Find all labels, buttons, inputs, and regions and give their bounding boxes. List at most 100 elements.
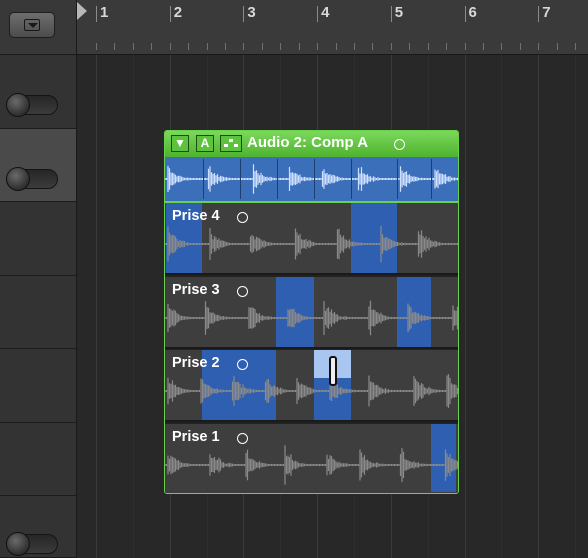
waveform	[165, 164, 458, 194]
ruler-bar-tick	[169, 6, 171, 22]
comp-waveform	[165, 157, 458, 203]
ruler-beat-tick	[427, 43, 429, 50]
take-lane-4[interactable]: Prise 4	[165, 203, 458, 275]
ruler-beat-tick	[298, 43, 300, 50]
bar-ruler[interactable]: 1 2 3 4 5 6 7	[77, 0, 588, 55]
grid-beat-line	[575, 55, 577, 558]
comp-segment-divider	[397, 159, 398, 199]
ruler-beat-tick	[114, 43, 116, 50]
ruler-beat-tick	[372, 43, 374, 50]
waveform	[165, 225, 458, 263]
take-label: Prise 2	[172, 355, 220, 371]
ruler-beat-tick	[519, 43, 521, 50]
comp-segment-divider	[277, 159, 278, 199]
ruler-beat-tick	[575, 43, 577, 50]
ruler-beat-tick	[556, 43, 558, 50]
ruler-beat-tick	[353, 43, 355, 50]
ruler-beat-tick	[390, 43, 392, 50]
ruler-bar-number: 5	[394, 4, 404, 21]
take-menu-icon[interactable]	[237, 212, 248, 223]
ruler-beat-tick	[538, 43, 540, 50]
track-header-toolbar	[0, 0, 76, 55]
ruler-beat-tick	[169, 43, 171, 50]
track-toggle[interactable]	[6, 167, 58, 191]
ruler-beat-tick	[243, 43, 245, 50]
waveform	[165, 445, 458, 485]
track-header-3[interactable]	[0, 202, 76, 276]
ruler-beat-tick	[188, 43, 190, 50]
track-header-6[interactable]	[0, 423, 76, 496]
ruler-beat-tick	[206, 43, 208, 50]
track-header-4[interactable]	[0, 276, 76, 349]
ruler-bar-tick	[96, 6, 97, 22]
triangle-down-icon	[28, 23, 38, 28]
take-folder-region[interactable]: ▼ A Audio 2: Comp A Prise 4 Prise 3 Pris…	[164, 130, 459, 494]
track-header-column	[0, 0, 77, 558]
take-lane-3[interactable]: Prise 3	[165, 277, 458, 349]
track-menu-button[interactable]	[9, 12, 55, 38]
track-header-1[interactable]	[0, 55, 76, 129]
ruler-bar-number: 2	[173, 4, 183, 21]
track-toggle[interactable]	[6, 93, 58, 117]
grid-bar-line	[464, 55, 466, 558]
track-toggle[interactable]	[6, 532, 58, 556]
track-header-2[interactable]	[0, 129, 76, 202]
resize-handle-icon[interactable]	[329, 356, 337, 386]
comp-name: Audio 2: Comp A	[247, 134, 369, 151]
track-header-5[interactable]	[0, 349, 76, 423]
ruler-beat-tick	[409, 43, 411, 50]
disclosure-triangle-button[interactable]: ▼	[171, 135, 189, 152]
auto-button[interactable]: A	[196, 135, 214, 152]
ruler-beat-tick	[335, 43, 337, 50]
take-label: Prise 1	[172, 429, 220, 445]
arrange-window: 1 2 3 4 5 6 7 ▼ A Audio 2: Comp A Prise 4 Pris…	[0, 0, 588, 558]
grid-beat-line	[501, 55, 503, 558]
take-menu-icon[interactable]	[237, 286, 248, 297]
comp-header[interactable]: ▼ A Audio 2: Comp A	[165, 131, 458, 157]
ruler-beat-tick	[317, 43, 319, 50]
comp-segment-divider	[314, 159, 315, 199]
quick-swipe-icon	[224, 139, 238, 147]
ruler-beat-tick	[96, 43, 97, 50]
ruler-beat-tick	[464, 43, 466, 50]
toggle-knob	[6, 167, 30, 191]
ruler-beat-tick	[132, 43, 134, 50]
comp-segment-divider	[240, 159, 241, 199]
take-label: Prise 4	[172, 208, 220, 224]
ruler-beat-tick	[501, 43, 503, 50]
grid-bar-line	[96, 55, 97, 558]
comp-segment-divider	[203, 159, 204, 199]
ruler-bar-tick	[317, 6, 319, 22]
ruler-bar-tick	[538, 6, 540, 22]
waveform	[165, 300, 458, 336]
take-lane-2[interactable]: Prise 2	[165, 350, 458, 422]
take-label: Prise 3	[172, 282, 220, 298]
quick-swipe-button[interactable]	[220, 135, 242, 152]
take-menu-icon[interactable]	[237, 359, 248, 370]
ruler-bar-tick	[390, 6, 392, 22]
ruler-bar-number: 3	[247, 4, 256, 21]
ruler-bar-tick	[243, 6, 245, 22]
comp-segment-divider	[431, 159, 432, 199]
track-header-7[interactable]	[0, 496, 76, 558]
ruler-bar-tick	[464, 6, 466, 22]
ruler-beat-tick	[280, 43, 282, 50]
ruler-bar-number: 1	[100, 4, 109, 21]
ruler-beat-tick	[482, 43, 484, 50]
ruler-beat-tick	[151, 43, 153, 50]
take-menu-icon[interactable]	[237, 433, 248, 444]
ruler-bar-number: 6	[468, 4, 477, 21]
ruler-beat-tick	[224, 43, 226, 50]
toggle-knob	[6, 532, 30, 556]
ruler-bar-number: 7	[542, 4, 551, 21]
ruler-beat-tick	[261, 43, 263, 50]
ruler-beat-tick	[446, 43, 448, 50]
playhead-icon[interactable]	[77, 2, 87, 20]
waveform	[165, 374, 458, 408]
toggle-knob	[6, 93, 30, 117]
grid-beat-line	[132, 55, 134, 558]
take-lane-1[interactable]: Prise 1	[165, 424, 458, 493]
comp-menu-icon[interactable]	[394, 139, 405, 150]
comp-segment-divider	[351, 159, 352, 199]
ruler-bar-number: 4	[321, 4, 330, 21]
